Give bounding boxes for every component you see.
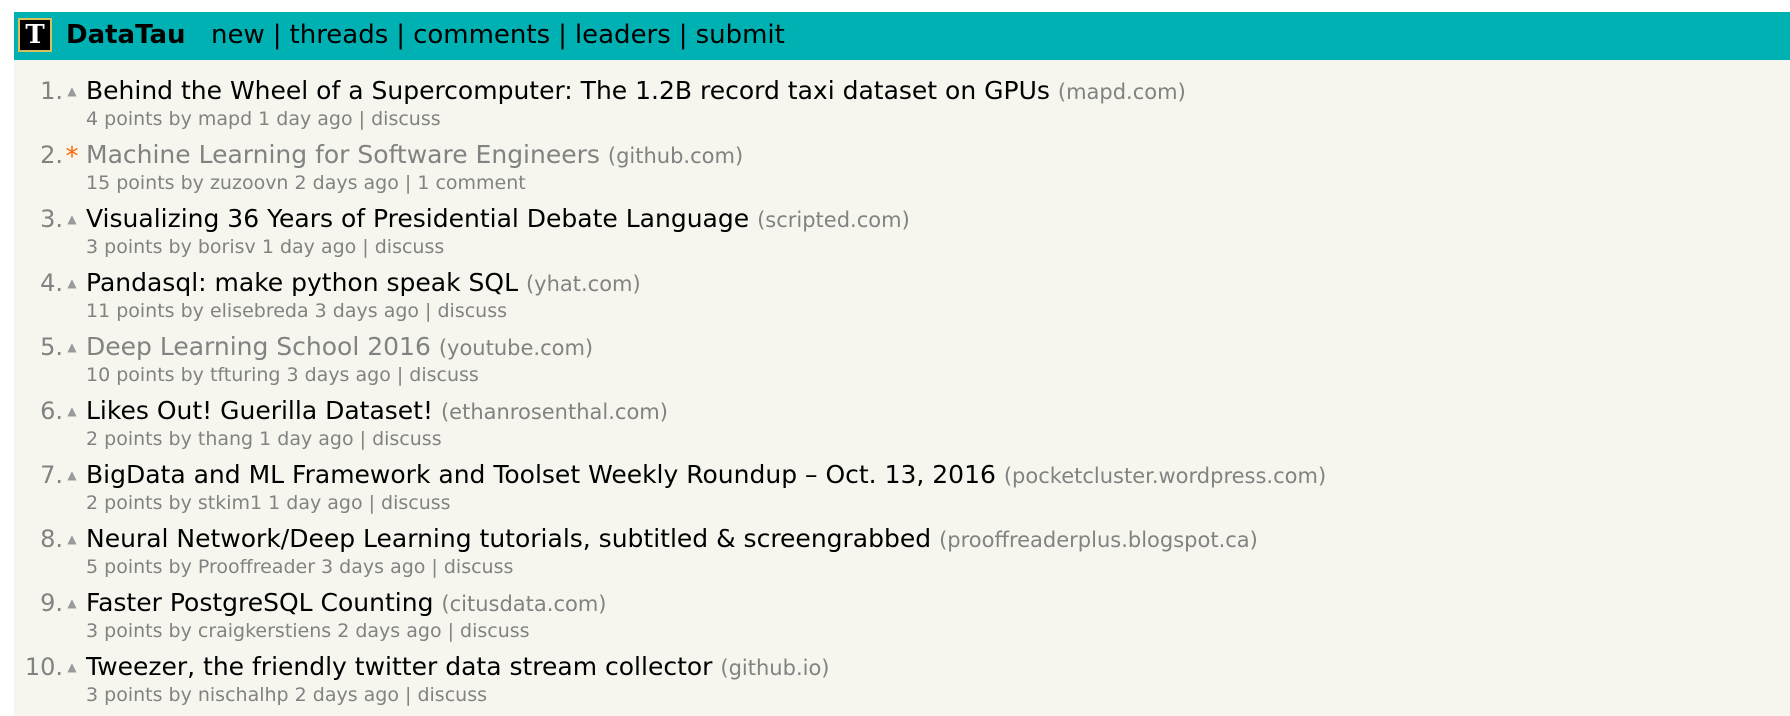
story-title-link[interactable]: Tweezer, the friendly twitter data strea… [86, 652, 712, 681]
story-domain: (youtube.com) [438, 336, 594, 360]
own-story-star-icon: * [65, 142, 79, 172]
story-rank: 2. [40, 141, 63, 169]
nav-separator: | [272, 20, 282, 50]
story-title-line: Visualizing 36 Years of Presidential Deb… [86, 203, 910, 236]
nav-threads[interactable]: threads [290, 20, 389, 50]
story-title-link[interactable]: Visualizing 36 Years of Presidential Deb… [86, 204, 749, 233]
story-title-line: Likes Out! Guerilla Dataset! (ethanrosen… [86, 395, 668, 428]
story-rank: 5. [40, 333, 63, 361]
nav-leaders[interactable]: leaders [575, 20, 671, 50]
nav-links: new | threads | comments | leaders | submit [211, 17, 785, 53]
story-subtext[interactable]: 3 points by craigkerstiens 2 days ago | … [86, 619, 530, 643]
story-rank: 9. [40, 589, 63, 617]
story-domain: (scripted.com) [757, 208, 910, 232]
story-title-link[interactable]: Deep Learning School 2016 [86, 332, 431, 361]
story-domain: (pocketcluster.wordpress.com) [1003, 464, 1327, 488]
story-item: 5. ▲ Deep Learning School 2016 (youtube.… [14, 330, 1790, 394]
nav-submit[interactable]: submit [696, 20, 785, 50]
upvote-arrow-icon[interactable]: ▲ [64, 272, 80, 292]
story-rank: 8. [40, 525, 63, 553]
nav-new[interactable]: new [211, 20, 265, 50]
story-rank: 3. [40, 205, 63, 233]
story-title-link[interactable]: Behind the Wheel of a Supercomputer: The… [86, 76, 1050, 105]
story-list: 1. ▲ Behind the Wheel of a Supercomputer… [14, 74, 1790, 714]
story-domain: (mapd.com) [1057, 80, 1186, 104]
story-title-line: Machine Learning for Software Engineers … [86, 139, 743, 172]
story-domain: (yhat.com) [525, 272, 641, 296]
upvote-arrow-icon[interactable]: ▲ [64, 528, 80, 548]
story-title-line: Deep Learning School 2016 (youtube.com) [86, 331, 593, 364]
story-subtext[interactable]: 2 points by thang 1 day ago | discuss [86, 427, 442, 451]
story-item: 6. ▲ Likes Out! Guerilla Dataset! (ethan… [14, 394, 1790, 458]
story-rank: 6. [40, 397, 63, 425]
logo-icon[interactable]: T [18, 18, 52, 52]
story-subtext[interactable]: 11 points by elisebreda 3 days ago | dis… [86, 299, 507, 323]
story-title-line: BigData and ML Framework and Toolset Wee… [86, 459, 1326, 492]
story-title-link[interactable]: Faster PostgreSQL Counting [86, 588, 433, 617]
nav-separator: | [396, 20, 406, 50]
page: T DataTau new | threads | comments | leaders | s… [14, 12, 1790, 716]
story-subtext[interactable]: 10 points by tfturing 3 days ago | discu… [86, 363, 479, 387]
site-name[interactable]: DataTau [66, 17, 186, 53]
story-item: 10. ▲ Tweezer, the friendly twitter data… [14, 650, 1790, 714]
story-item: 8. ▲ Neural Network/Deep Learning tutori… [14, 522, 1790, 586]
story-title-link[interactable]: Likes Out! Guerilla Dataset! [86, 396, 433, 425]
story-subtext[interactable]: 15 points by zuzoovn 2 days ago | 1 comm… [86, 171, 526, 195]
story-subtext[interactable]: 4 points by mapd 1 day ago | discuss [86, 107, 441, 131]
story-subtext[interactable]: 5 points by Prooffreader 3 days ago | di… [86, 555, 513, 579]
upvote-arrow-icon[interactable]: ▲ [64, 208, 80, 228]
story-item: 4. ▲ Pandasql: make python speak SQL (yh… [14, 266, 1790, 330]
story-title-line: Tweezer, the friendly twitter data strea… [86, 651, 830, 684]
story-domain: (ethanrosenthal.com) [440, 400, 668, 424]
story-title-link[interactable]: BigData and ML Framework and Toolset Wee… [86, 460, 996, 489]
story-rank: 7. [40, 461, 63, 489]
story-rank: 4. [40, 269, 63, 297]
story-title-link[interactable]: Pandasql: make python speak SQL [86, 268, 518, 297]
story-title-link[interactable]: Machine Learning for Software Engineers [86, 140, 600, 169]
story-item: 2. * Machine Learning for Software Engin… [14, 138, 1790, 202]
story-subtext[interactable]: 3 points by nischalhp 2 days ago | discu… [86, 683, 487, 707]
story-title-link[interactable]: Neural Network/Deep Learning tutorials, … [86, 524, 931, 553]
story-title-line: Faster PostgreSQL Counting (citusdata.co… [86, 587, 606, 620]
story-item: 7. ▲ BigData and ML Framework and Toolse… [14, 458, 1790, 522]
upvote-arrow-icon[interactable]: ▲ [64, 80, 80, 100]
story-domain: (prooffreaderplus.blogspot.ca) [939, 528, 1258, 552]
nav-separator: | [678, 20, 688, 50]
upvote-arrow-icon[interactable]: ▲ [64, 592, 80, 612]
nav-comments[interactable]: comments [413, 20, 550, 50]
upvote-arrow-icon[interactable]: ▲ [64, 400, 80, 420]
story-subtext[interactable]: 2 points by stkim1 1 day ago | discuss [86, 491, 451, 515]
upvote-arrow-icon[interactable]: ▲ [64, 336, 80, 356]
story-subtext[interactable]: 3 points by borisv 1 day ago | discuss [86, 235, 444, 259]
story-rank: 10. [24, 653, 63, 681]
story-item: 3. ▲ Visualizing 36 Years of Presidentia… [14, 202, 1790, 266]
story-domain: (github.io) [720, 656, 830, 680]
top-bar: T DataTau new | threads | comments | leaders | s… [14, 12, 1790, 60]
story-title-line: Neural Network/Deep Learning tutorials, … [86, 523, 1258, 556]
story-title-line: Pandasql: make python speak SQL (yhat.co… [86, 267, 641, 300]
nav-separator: | [558, 20, 567, 50]
story-item: 9. ▲ Faster PostgreSQL Counting (citusda… [14, 586, 1790, 650]
story-domain: (github.com) [607, 144, 744, 168]
upvote-arrow-icon[interactable]: ▲ [64, 464, 80, 484]
story-title-line: Behind the Wheel of a Supercomputer: The… [86, 75, 1186, 108]
upvote-arrow-icon[interactable]: ▲ [64, 656, 80, 676]
story-domain: (citusdata.com) [441, 592, 607, 616]
story-item: 1. ▲ Behind the Wheel of a Supercomputer… [14, 74, 1790, 138]
story-rank: 1. [40, 77, 63, 105]
